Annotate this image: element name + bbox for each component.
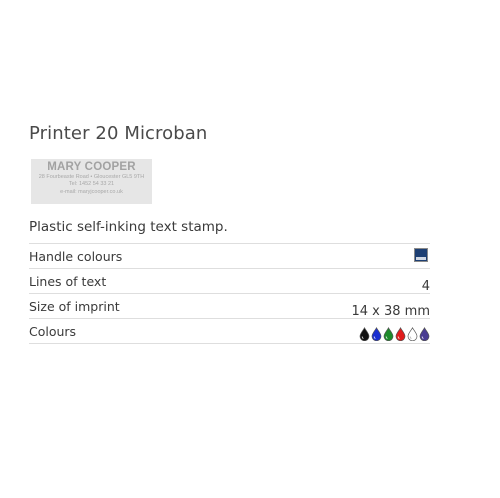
specs-table: Handle colours Lines of text 4 Size of i… [29,243,430,344]
stamp-sample-line: e-mail: maryjcooper.co.uk [60,188,123,195]
spec-label: Colours [29,324,77,339]
spec-row-size-of-imprint: Size of imprint 14 x 38 mm [29,293,430,319]
spec-value: 4 [421,279,430,294]
spec-value: 14 x 38 mm [351,304,430,319]
spec-label: Size of imprint [29,299,120,314]
stamp-sample-image: MARY COOPER 28 Fourbeaste Road • Glouces… [31,159,152,204]
stamp-sample-line: Tel: 1452 54 33 21 [68,181,115,188]
product-title: Printer 20 Microban [29,123,208,144]
ink-drop-icon[interactable] [395,327,406,341]
ink-drop-icon[interactable] [407,327,418,341]
ink-drop-icon[interactable] [359,327,370,341]
spec-row-handle-colours: Handle colours [29,243,430,268]
ink-drop-icon[interactable] [383,327,394,341]
ink-colour-drops [359,327,430,341]
handle-colour-swatch[interactable] [414,248,428,262]
product-description: Plastic self-inking text stamp. [29,219,228,235]
spec-label: Handle colours [29,249,123,264]
ink-drop-icon[interactable] [371,327,382,341]
ink-drop-icon[interactable] [419,327,430,341]
spec-row-colours: Colours [29,318,430,344]
spec-label: Lines of text [29,274,107,289]
stamp-sample-line: 28 Fourbeaste Road • Gloucester GL5 9TH [38,174,145,180]
stamp-sample-name: MARY COOPER [47,161,136,173]
spec-row-lines-of-text: Lines of text 4 [29,268,430,294]
